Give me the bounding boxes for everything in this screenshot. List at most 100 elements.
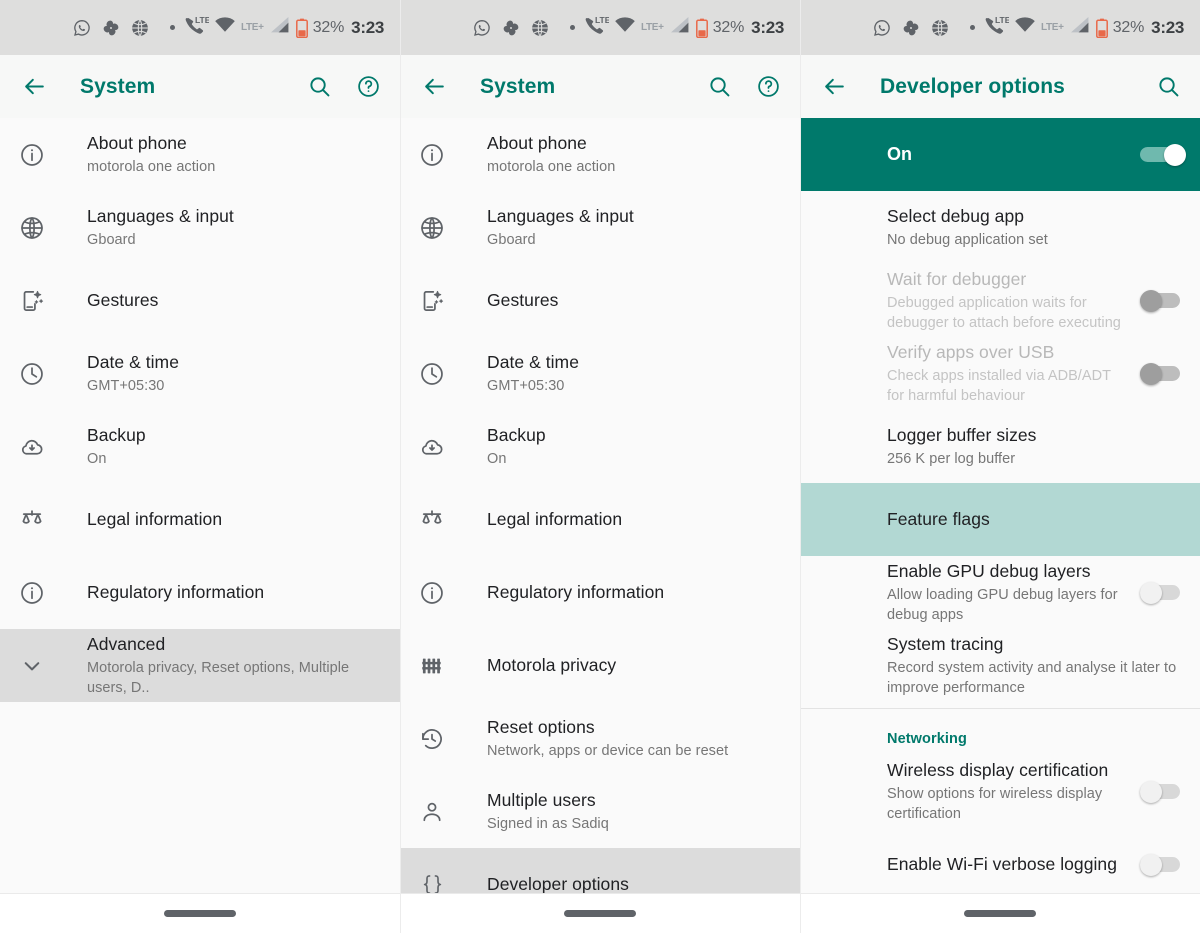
globe-icon	[16, 215, 48, 241]
system-panel-2: LTE LTE+ 32% 3:23 System About phone motorola …	[400, 0, 800, 933]
toggle-switch[interactable]	[1140, 289, 1186, 312]
search-button[interactable]	[701, 69, 737, 105]
list-item[interactable]: Languages & input Gboard	[0, 191, 400, 264]
list-item[interactable]: Feature flags	[800, 483, 1200, 556]
list-item[interactable]: Enable GPU debug layers Allow loading GPU…	[800, 556, 1200, 629]
list-item-body: Wireless display certification Show optio…	[887, 759, 1130, 824]
globe-icon	[530, 18, 550, 38]
list-item-subtitle: Allow loading GPU debug layers for debug…	[887, 587, 1118, 623]
list-item-title: Languages & input	[87, 206, 234, 226]
photos-pinwheel-icon	[501, 18, 521, 38]
list-item[interactable]: Legal information	[0, 483, 400, 556]
list-item-subtitle: motorola one action	[487, 159, 616, 175]
list-item[interactable]: Wireless display certification Show optio…	[800, 755, 1200, 828]
list-item[interactable]: About phone motorola one action	[0, 118, 400, 191]
list-item[interactable]: Date & time GMT+05:30	[0, 337, 400, 410]
reset-history-icon	[416, 726, 448, 752]
help-button[interactable]	[350, 69, 386, 105]
list-item-subtitle: Gboard	[87, 232, 136, 248]
whatsapp-icon	[72, 18, 92, 38]
list-item[interactable]: Advanced Motorola privacy, Reset options,…	[0, 629, 400, 702]
list-item[interactable]: Regulatory information	[400, 556, 800, 629]
toggle-knob	[1140, 581, 1162, 604]
list-item[interactable]: Developer options	[400, 848, 800, 893]
back-button[interactable]	[816, 69, 852, 105]
list-item[interactable]: Select debug app No debug application set	[800, 191, 1200, 264]
status-bar-app-icons	[414, 18, 550, 38]
home-pill[interactable]	[564, 910, 636, 917]
developer-options-master-switch[interactable]: On	[800, 118, 1200, 191]
status-bar-app-icons	[14, 18, 150, 38]
wifi-icon	[614, 16, 636, 39]
fence-privacy-icon	[416, 653, 448, 679]
master-toggle-switch[interactable]	[1140, 143, 1186, 166]
list-item[interactable]: Legal information	[400, 483, 800, 556]
list-item[interactable]: About phone motorola one action	[400, 118, 800, 191]
list-item[interactable]: Wait for debugger Debugged application wa…	[800, 264, 1200, 337]
list-item-title: Logger buffer sizes	[887, 425, 1037, 445]
status-bar-app-icons	[814, 18, 950, 38]
signal-icon	[1069, 15, 1091, 40]
app-bar: System	[0, 55, 400, 118]
toggle-switch[interactable]	[1140, 362, 1186, 385]
list-item[interactable]: Reset options Network, apps or device can…	[400, 702, 800, 775]
list-item-body: Languages & input Gboard	[87, 205, 386, 250]
back-button[interactable]	[16, 69, 52, 105]
search-button[interactable]	[301, 69, 337, 105]
list-item-body: Verify apps over USB Check apps installed…	[887, 341, 1130, 406]
phone-lte-icon: LTE	[583, 15, 611, 40]
braces-icon	[416, 871, 448, 893]
list-item-title: Enable Wi-Fi verbose logging	[887, 854, 1117, 874]
clock-icon	[16, 361, 48, 387]
phone-lte-icon: LTE	[183, 15, 211, 40]
help-button[interactable]	[750, 69, 786, 105]
status-bar: LTE LTE+ 32% 3:23	[0, 0, 400, 55]
list-item-body: About phone motorola one action	[487, 132, 786, 177]
toggle-switch[interactable]	[1140, 581, 1186, 604]
list-item-body: Feature flags	[887, 508, 1186, 531]
clock-label: 3:23	[351, 17, 384, 37]
list-item-title: About phone	[487, 133, 587, 153]
info-circle-icon	[16, 142, 48, 168]
page-title: System	[480, 74, 556, 98]
list-item[interactable]: Date & time GMT+05:30	[400, 337, 800, 410]
list-item-body: Backup On	[87, 424, 386, 469]
list-item-subtitle: motorola one action	[87, 159, 216, 175]
clock-icon	[416, 361, 448, 387]
wifi-icon	[214, 16, 236, 39]
status-bar-system-icons: LTE LTE+ 32% 3:23	[569, 15, 790, 40]
list-item[interactable]: Gestures	[400, 264, 800, 337]
home-pill[interactable]	[164, 910, 236, 917]
list-item[interactable]: Enable Wi-Fi verbose logging	[800, 828, 1200, 893]
list-item-body: Legal information	[87, 508, 386, 531]
clock-label: 3:23	[1151, 17, 1184, 37]
list-item-title: Reset options	[487, 717, 595, 737]
list-item-body: Multiple users Signed in as Sadiq	[487, 789, 786, 834]
battery-icon	[295, 18, 308, 38]
chevron-down-icon	[16, 653, 48, 679]
list-item-body: Reset options Network, apps or device can…	[487, 716, 786, 761]
scales-icon	[16, 507, 48, 533]
home-pill[interactable]	[964, 910, 1036, 917]
list-item[interactable]: Multiple users Signed in as Sadiq	[400, 775, 800, 848]
scales-icon	[416, 507, 448, 533]
list-item-title: Legal information	[87, 509, 223, 529]
battery-percent-label: 32%	[712, 18, 745, 36]
list-item[interactable]: Backup On	[400, 410, 800, 483]
toggle-switch[interactable]	[1140, 853, 1186, 876]
list-item-title: Motorola privacy	[487, 655, 617, 675]
toggle-switch[interactable]	[1140, 780, 1186, 803]
list-item[interactable]: Backup On	[0, 410, 400, 483]
back-button[interactable]	[416, 69, 452, 105]
list-item[interactable]: Gestures	[0, 264, 400, 337]
list-item[interactable]: Logger buffer sizes 256 K per log buffer	[800, 410, 1200, 483]
settings-list: On Select debug app No debug application s…	[800, 118, 1200, 893]
list-item[interactable]: Motorola privacy	[400, 629, 800, 702]
list-item[interactable]: System tracing Record system activity and…	[800, 629, 1200, 702]
section-header: Networking	[887, 731, 967, 747]
list-item[interactable]: Languages & input Gboard	[400, 191, 800, 264]
list-item-title: Regulatory information	[87, 582, 265, 602]
list-item[interactable]: Verify apps over USB Check apps installed…	[800, 337, 1200, 410]
search-button[interactable]	[1150, 69, 1186, 105]
list-item[interactable]: Regulatory information	[0, 556, 400, 629]
